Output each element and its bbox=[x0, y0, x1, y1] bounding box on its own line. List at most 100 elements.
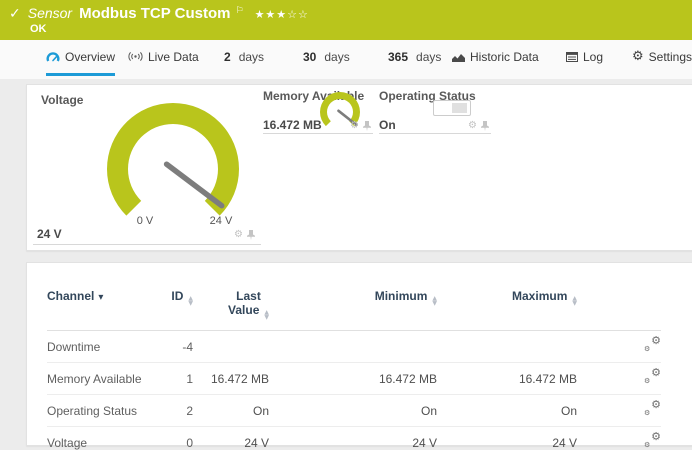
channel-name-cell: Memory Available bbox=[47, 363, 151, 395]
column-header-maximum[interactable]: Maximum ▲▼ bbox=[437, 283, 577, 331]
sensor-status-text: OK bbox=[30, 23, 47, 35]
tab-2-days-number: 2 bbox=[224, 50, 231, 64]
operating-status-switch bbox=[433, 100, 471, 116]
log-list-icon bbox=[566, 52, 578, 62]
tab-log-label: Log bbox=[583, 50, 603, 64]
voltage-gauge-tile: Voltage 0 V 24 V 24 V ⚙ bbox=[33, 87, 261, 245]
overview-gauges-panel: Voltage 0 V 24 V 24 V ⚙ Memory Available… bbox=[26, 84, 692, 251]
tab-overview[interactable]: Overview bbox=[46, 40, 115, 76]
last-value-cell: 16.472 MB bbox=[193, 363, 269, 395]
sort-icon: ▲▼ bbox=[264, 311, 269, 320]
channel-name-cell: Operating Status bbox=[47, 395, 151, 427]
channel-table-panel: Channel ▾ ID ▲▼ LastValue ▲▼ Minimum ▲▼ Maxi… bbox=[26, 262, 692, 446]
tab-365-days[interactable]: 365 days bbox=[388, 40, 441, 76]
last-value-header-line2: Value bbox=[228, 303, 259, 317]
maximum-cell: 16.472 MB bbox=[437, 363, 577, 395]
voltage-tile-title: Voltage bbox=[41, 93, 83, 107]
tab-365-days-number: 365 bbox=[388, 50, 408, 64]
channel-settings-icon[interactable]: ⚙⚙ bbox=[644, 402, 661, 416]
tile-gear-icon[interactable]: ⚙ bbox=[468, 121, 477, 131]
flag-icon: ⚐ bbox=[235, 6, 243, 16]
table-row-memory-available: Memory Available 1 16.472 MB 16.472 MB 1… bbox=[47, 363, 661, 395]
sort-direction-icon: ▾ bbox=[98, 292, 103, 303]
gauge-icon bbox=[46, 51, 60, 63]
stars-empty[interactable]: ☆☆ bbox=[287, 8, 309, 21]
switch-knob bbox=[452, 103, 467, 113]
tab-overview-label: Overview bbox=[65, 50, 115, 64]
tab-bar: Overview Live Data 2days 30days 365days … bbox=[0, 40, 692, 79]
sort-icon: ▲▼ bbox=[432, 297, 437, 306]
table-row-voltage: Voltage 0 24 V 24 V 24 V ⚙⚙ bbox=[47, 427, 661, 450]
minimum-cell: 24 V bbox=[269, 427, 437, 450]
tile-gear-icon[interactable]: ⚙ bbox=[350, 121, 359, 131]
status-check-icon: ✓ bbox=[9, 6, 21, 22]
sort-icon: ▲▼ bbox=[572, 297, 577, 306]
channel-id-cell: 0 bbox=[151, 427, 193, 450]
channel-name-cell: Downtime bbox=[47, 331, 151, 363]
channel-settings-icon[interactable]: ⚙⚙ bbox=[644, 338, 661, 352]
table-header-row: Channel ▾ ID ▲▼ LastValue ▲▼ Minimum ▲▼ Maxi… bbox=[47, 283, 661, 331]
voltage-scale-min: 0 V bbox=[129, 215, 161, 227]
gear-icon: ⚙ bbox=[632, 50, 644, 63]
pin-icon[interactable] bbox=[247, 230, 255, 240]
column-header-minimum[interactable]: Minimum ▲▼ bbox=[269, 283, 437, 331]
tab-historic-data[interactable]: Historic Data bbox=[452, 40, 539, 76]
tab-live-data-label: Live Data bbox=[148, 50, 199, 64]
last-value-cell: 24 V bbox=[193, 427, 269, 450]
priority-stars[interactable]: ★★★☆☆ bbox=[255, 8, 309, 21]
maximum-cell: On bbox=[437, 395, 577, 427]
tab-30-days-number: 30 bbox=[303, 50, 316, 64]
minimum-cell: 16.472 MB bbox=[269, 363, 437, 395]
tab-historic-data-label: Historic Data bbox=[470, 50, 539, 64]
live-signal-icon bbox=[128, 51, 143, 62]
last-value-cell bbox=[193, 331, 269, 363]
column-header-id[interactable]: ID ▲▼ bbox=[151, 283, 193, 331]
pin-icon[interactable] bbox=[363, 121, 371, 131]
minimum-header-label: Minimum bbox=[375, 289, 428, 303]
channel-settings-icon[interactable]: ⚙⚙ bbox=[644, 434, 661, 448]
voltage-scale-max: 24 V bbox=[203, 215, 239, 227]
sensor-status-header: ✓ Sensor Modbus TCP Custom ⚐ ★★★☆☆ OK bbox=[0, 0, 692, 40]
operating-current-value: On bbox=[379, 118, 396, 132]
last-value-header-line1: Last bbox=[236, 289, 261, 303]
memory-gauge-tile: Memory Available 16.472 MB ⚙ bbox=[263, 87, 373, 134]
stars-filled[interactable]: ★★★ bbox=[255, 8, 288, 21]
minimum-cell bbox=[269, 331, 437, 363]
table-row-operating-status: Operating Status 2 On On On ⚙⚙ bbox=[47, 395, 661, 427]
tab-365-days-unit: days bbox=[416, 50, 441, 64]
voltage-gauge bbox=[93, 94, 253, 222]
channel-settings-icon[interactable]: ⚙⚙ bbox=[644, 370, 661, 384]
channel-header-label: Channel bbox=[47, 289, 94, 303]
memory-current-value: 16.472 MB bbox=[263, 118, 322, 132]
channel-table: Channel ▾ ID ▲▼ LastValue ▲▼ Minimum ▲▼ Maxi… bbox=[47, 283, 661, 450]
tab-settings-label: Settings bbox=[649, 50, 692, 64]
pin-icon[interactable] bbox=[481, 121, 489, 131]
id-header-label: ID bbox=[171, 289, 183, 303]
tab-30-days-unit: days bbox=[324, 50, 349, 64]
maximum-header-label: Maximum bbox=[512, 289, 567, 303]
tile-gear-icon[interactable]: ⚙ bbox=[234, 230, 243, 240]
column-header-last-value[interactable]: LastValue ▲▼ bbox=[193, 283, 269, 331]
channel-id-cell: -4 bbox=[151, 331, 193, 363]
last-value-cell: On bbox=[193, 395, 269, 427]
tab-30-days[interactable]: 30 days bbox=[303, 40, 350, 76]
tab-2-days[interactable]: 2 days bbox=[224, 40, 264, 76]
gauge-needle bbox=[167, 164, 222, 206]
minimum-cell: On bbox=[269, 395, 437, 427]
tab-2-days-unit: days bbox=[239, 50, 264, 64]
maximum-cell bbox=[437, 331, 577, 363]
operating-status-tile: Operating Status On ⚙ bbox=[379, 87, 491, 134]
table-row-downtime: Downtime -4 ⚙⚙ bbox=[47, 331, 661, 363]
tab-log[interactable]: Log bbox=[566, 40, 603, 76]
sensor-title: Modbus TCP Custom bbox=[79, 5, 230, 22]
tab-settings[interactable]: ⚙ Settings bbox=[632, 40, 692, 76]
channel-id-cell: 2 bbox=[151, 395, 193, 427]
maximum-cell: 24 V bbox=[437, 427, 577, 450]
object-kind-label: Sensor bbox=[28, 5, 72, 21]
area-chart-icon bbox=[452, 52, 465, 62]
sort-icon: ▲▼ bbox=[188, 297, 193, 306]
column-header-channel[interactable]: Channel ▾ bbox=[47, 283, 151, 331]
channel-id-cell: 1 bbox=[151, 363, 193, 395]
channel-name-cell: Voltage bbox=[47, 427, 151, 450]
tab-live-data[interactable]: Live Data bbox=[128, 40, 199, 76]
